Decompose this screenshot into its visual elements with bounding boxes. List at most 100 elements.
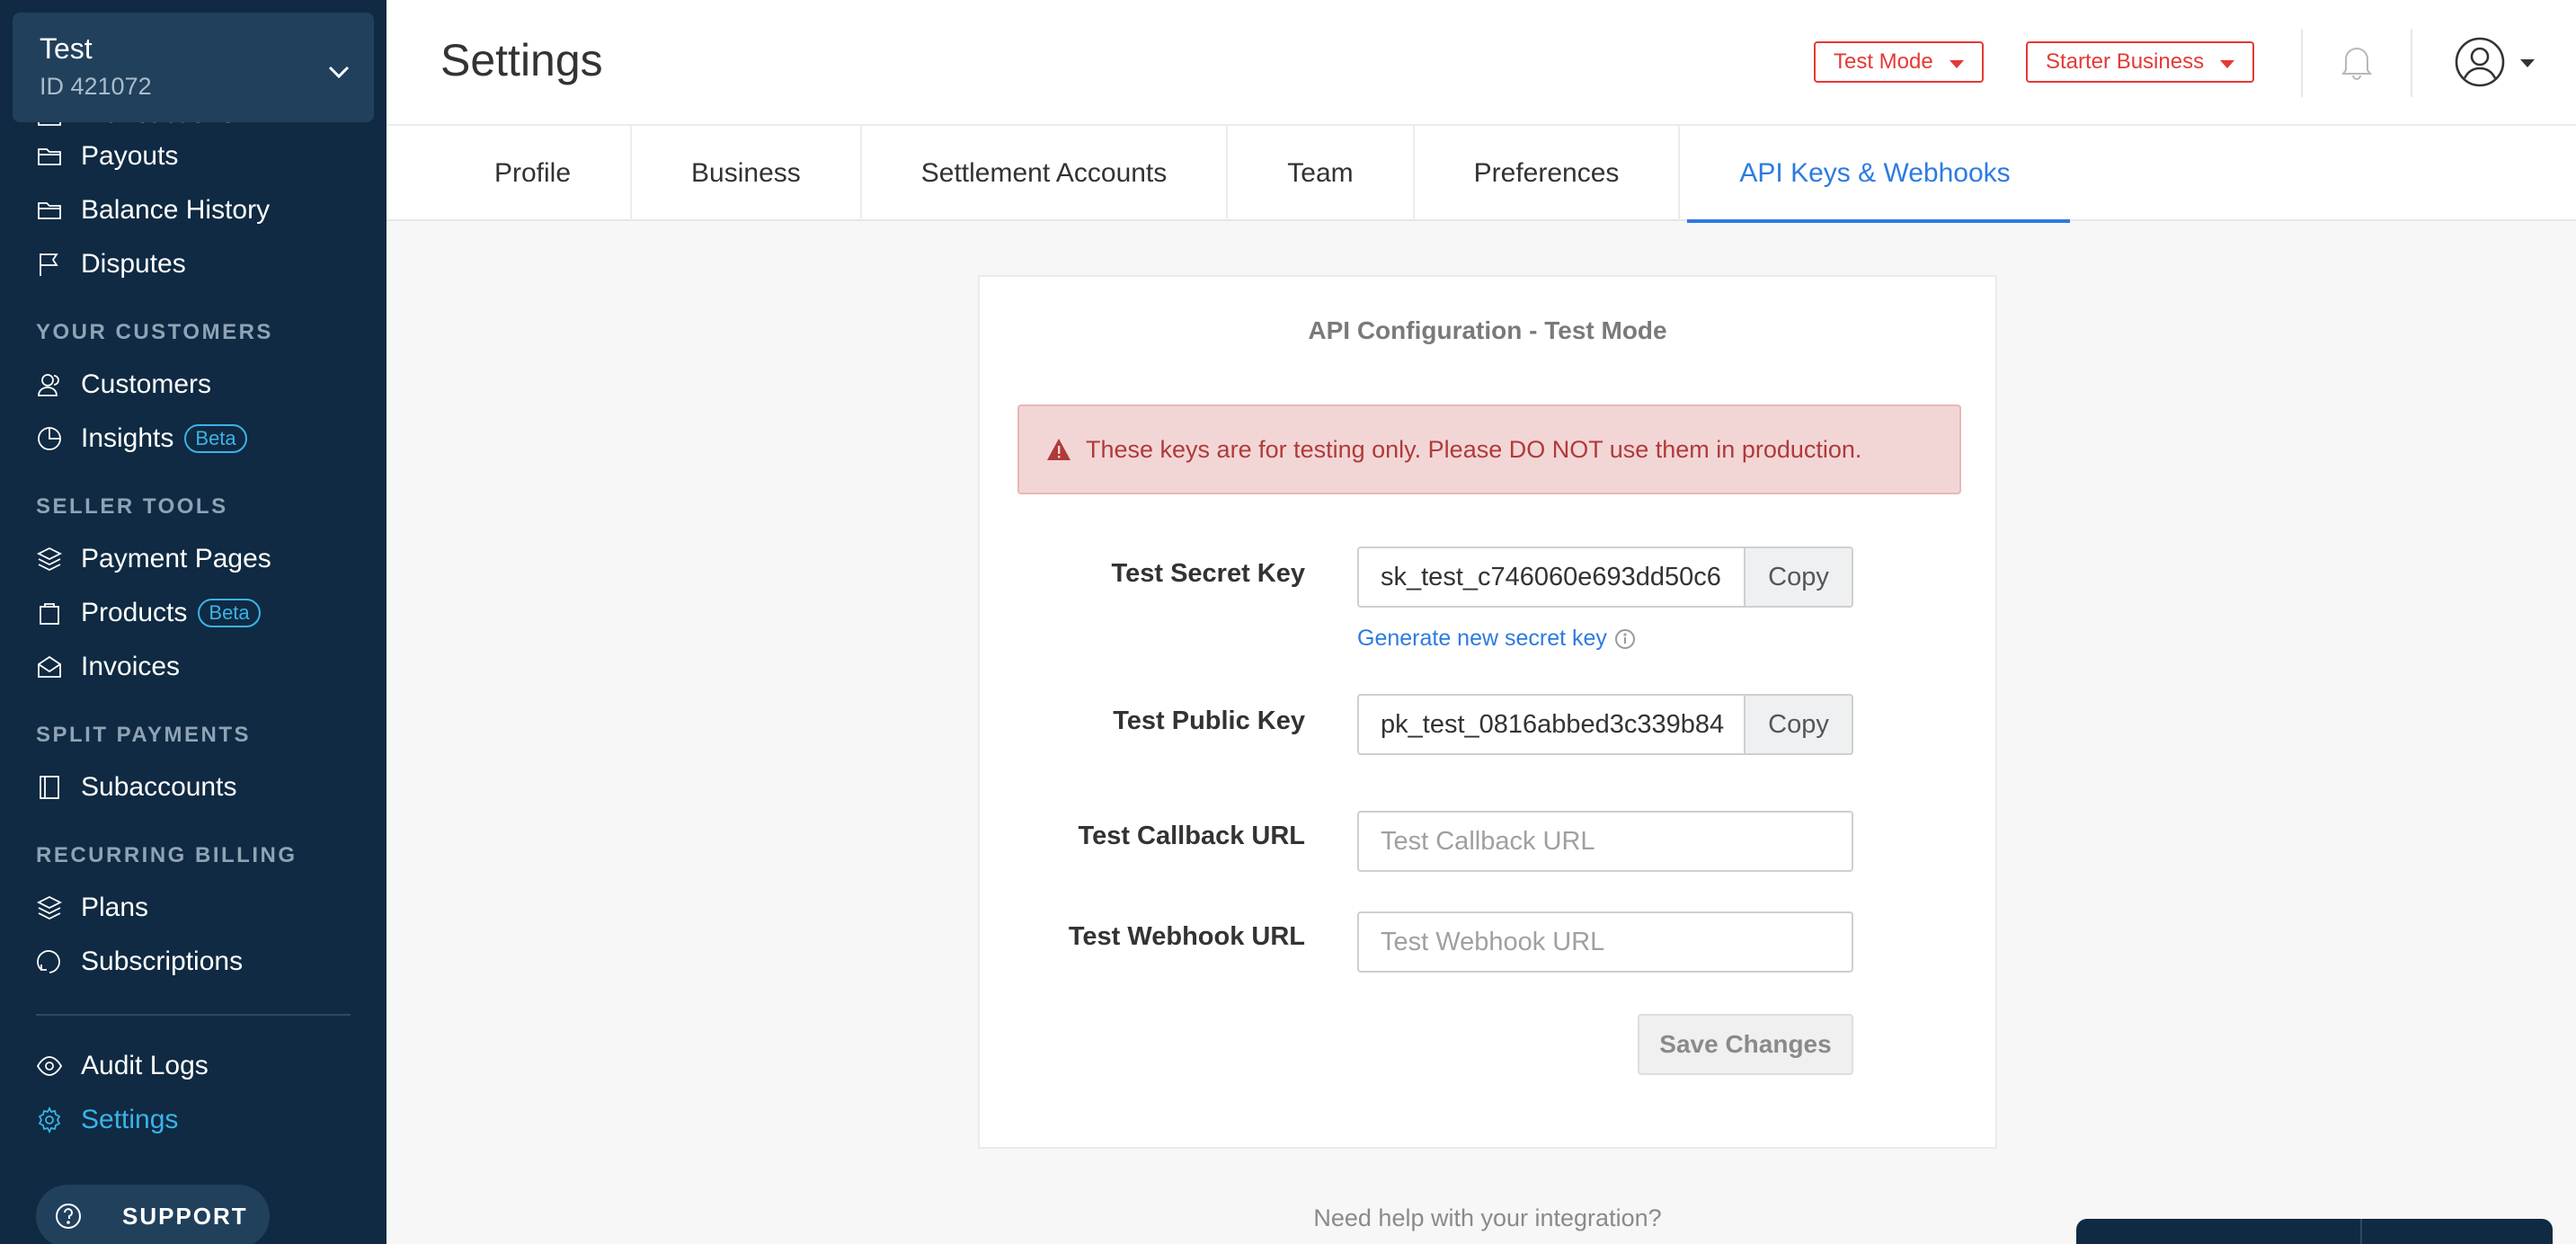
save-changes-button[interactable]: Save Changes: [1638, 1014, 1853, 1075]
help-circle-icon: [54, 1202, 83, 1231]
envelope-icon: [36, 653, 63, 680]
card-title: API Configuration - Test Mode: [1308, 316, 1667, 344]
warning-icon: [1046, 438, 1071, 461]
test-mode-dropdown[interactable]: Test Mode: [1814, 41, 1984, 83]
top-bar: Settings Test Mode Starter Business: [386, 0, 2576, 124]
warning-text: These keys are for testing only. Please …: [1086, 435, 1862, 463]
layers-icon: [36, 546, 63, 573]
callback-url-group: Test Callback URL: [1357, 811, 1853, 872]
divider: [2301, 29, 2303, 97]
settings-tabs: Profile Business Settlement Accounts Tea…: [386, 124, 2576, 223]
sidebar-item-label: Subaccounts: [81, 772, 237, 802]
beta-badge: Beta: [198, 599, 261, 627]
caret-down-icon[interactable]: [2520, 59, 2535, 67]
caret-down-icon: [1949, 59, 1964, 68]
refresh-icon: [36, 948, 63, 975]
sidebar-nav: Transactions Payouts Balance History Dis…: [0, 99, 386, 1147]
chat-widget[interactable]: [2076, 1219, 2553, 1244]
webhook-url-group: Test Webhook URL: [1357, 911, 1853, 973]
generate-link-label: Generate new secret key: [1357, 626, 1607, 651]
sidebar-item-payouts[interactable]: Payouts: [0, 129, 386, 183]
copy-secret-key-button[interactable]: Copy: [1745, 546, 1853, 608]
sidebar-item-balance-history[interactable]: Balance History: [0, 183, 386, 237]
public-key-label: Test Public Key: [1113, 706, 1305, 735]
test-mode-label: Test Mode: [1834, 49, 1933, 74]
tab-team[interactable]: Team: [1228, 126, 1415, 221]
sidebar-item-label: Products: [81, 598, 188, 627]
chevron-down-icon: [327, 65, 351, 79]
secret-key-label: Test Secret Key: [1111, 559, 1305, 588]
eye-icon: [36, 1053, 63, 1080]
sidebar-item-insights[interactable]: Insights Beta: [0, 412, 386, 466]
users-icon: [36, 371, 63, 398]
page-title: Settings: [440, 35, 603, 85]
sidebar-item-label: Audit Logs: [81, 1051, 209, 1080]
sidebar-item-subscriptions[interactable]: Subscriptions: [0, 935, 386, 989]
section-split-payments: SPLIT PAYMENTS: [36, 723, 252, 747]
caret-down-icon: [2220, 59, 2235, 68]
support-button[interactable]: SUPPORT: [36, 1185, 270, 1244]
bag-icon: [36, 600, 63, 626]
secret-key-group: sk_test_c746060e693dd50c6 Copy: [1357, 546, 1853, 608]
folder-icon: [36, 143, 63, 170]
chat-widget-divider: [2360, 1219, 2362, 1244]
tab-profile[interactable]: Profile: [386, 126, 633, 221]
tab-business[interactable]: Business: [632, 126, 862, 221]
sidebar-item-label: Payouts: [81, 141, 179, 171]
tab-settlement-accounts[interactable]: Settlement Accounts: [862, 126, 1229, 221]
sidebar-item-payment-pages[interactable]: Payment Pages: [0, 532, 386, 586]
folder-icon: [36, 197, 63, 224]
sidebar-item-label: Balance History: [81, 195, 271, 225]
sidebar-item-label: Disputes: [81, 249, 186, 279]
sidebar-item-subaccounts[interactable]: Subaccounts: [0, 760, 386, 814]
sidebar-item-label: Payment Pages: [81, 544, 271, 573]
sidebar-item-disputes[interactable]: Disputes: [0, 237, 386, 291]
copy-public-key-button[interactable]: Copy: [1745, 694, 1853, 755]
public-key-group: pk_test_0816abbed3c339b84 Copy: [1357, 694, 1853, 755]
sidebar-item-customers[interactable]: Customers: [0, 358, 386, 412]
user-avatar-icon[interactable]: [2454, 36, 2506, 88]
sidebar-item-label: Subscriptions: [81, 946, 244, 976]
secret-key-field[interactable]: sk_test_c746060e693dd50c6: [1357, 546, 1745, 608]
sidebar-item-label: Customers: [81, 369, 212, 399]
stack-icon: [36, 894, 63, 921]
integration-help-text[interactable]: Need help with your integration?: [978, 1204, 1997, 1232]
sidebar: Test ID 421072 Transactions Payouts Bala…: [0, 0, 386, 1244]
gear-icon: [36, 1106, 63, 1133]
sidebar-item-invoices[interactable]: Invoices: [0, 640, 386, 694]
info-icon[interactable]: [1614, 628, 1636, 650]
tab-api-keys-webhooks[interactable]: API Keys & Webhooks: [1680, 126, 2070, 223]
tab-preferences[interactable]: Preferences: [1415, 126, 1681, 221]
sidebar-item-label: Insights: [81, 423, 174, 453]
generate-secret-key-link[interactable]: Generate new secret key: [1357, 626, 1636, 652]
callback-url-input[interactable]: Test Callback URL: [1357, 811, 1853, 872]
section-seller-tools: SELLER TOOLS: [36, 494, 228, 519]
beta-badge: Beta: [184, 424, 247, 453]
sidebar-item-label: Invoices: [81, 652, 181, 681]
flag-icon: [36, 251, 63, 278]
callback-url-label: Test Callback URL: [1078, 822, 1305, 850]
plan-dropdown[interactable]: Starter Business: [2026, 41, 2255, 83]
divider: [2411, 29, 2412, 97]
plan-label: Starter Business: [2046, 49, 2205, 74]
account-switcher[interactable]: Test ID 421072: [13, 13, 374, 122]
account-name: Test: [40, 32, 93, 65]
test-warning-alert: These keys are for testing only. Please …: [1017, 404, 1961, 494]
public-key-field[interactable]: pk_test_0816abbed3c339b84: [1357, 694, 1745, 755]
account-id: ID 421072: [40, 73, 152, 100]
sidebar-item-plans[interactable]: Plans: [0, 881, 386, 935]
sidebar-item-products[interactable]: Products Beta: [0, 586, 386, 640]
section-recurring-billing: RECURRING BILLING: [36, 843, 298, 867]
sidebar-item-audit-logs[interactable]: Audit Logs: [0, 1039, 386, 1093]
book-icon: [36, 774, 63, 801]
chart-icon: [36, 425, 63, 452]
sidebar-item-settings[interactable]: Settings: [0, 1093, 386, 1147]
bell-icon[interactable]: [2339, 41, 2375, 81]
webhook-url-input[interactable]: Test Webhook URL: [1357, 911, 1853, 973]
sidebar-divider: [36, 1014, 351, 1016]
webhook-url-label: Test Webhook URL: [1068, 922, 1305, 951]
support-label: SUPPORT: [122, 1202, 248, 1230]
api-config-card: API Configuration - Test Mode These keys…: [978, 275, 1997, 1149]
sidebar-item-label: Plans: [81, 893, 149, 922]
sidebar-item-label: Settings: [81, 1105, 179, 1134]
